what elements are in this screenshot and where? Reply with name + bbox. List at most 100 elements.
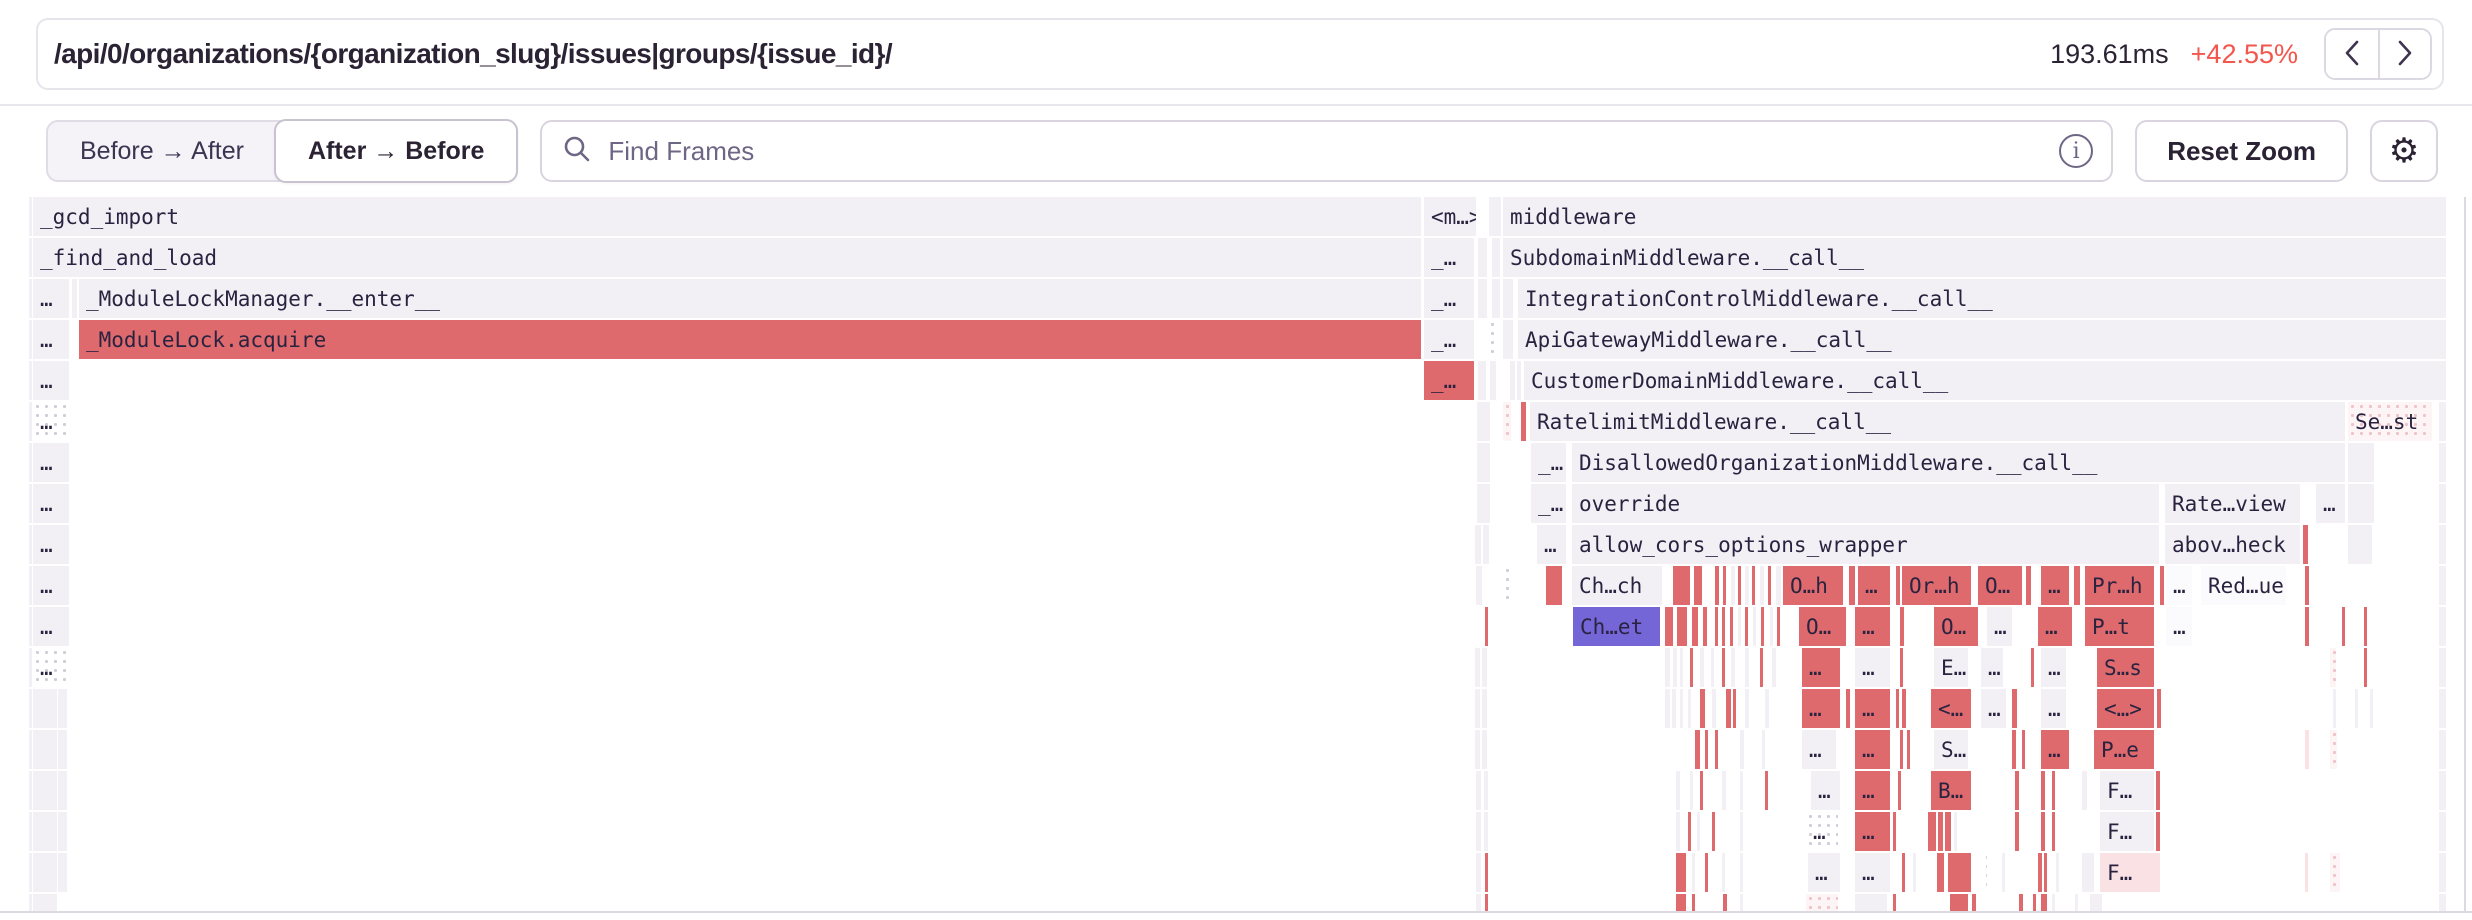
flame-frame[interactable]: [1503, 402, 1511, 441]
flame-frame[interactable]: [1733, 689, 1736, 728]
flame-frame[interactable]: [33, 730, 57, 769]
flame-frame[interactable]: [2031, 648, 2034, 687]
flame-frame[interactable]: [2439, 525, 2446, 564]
flame-frame[interactable]: [2348, 484, 2374, 523]
flame-frame[interactable]: [2026, 566, 2031, 605]
flame-frame[interactable]: [1694, 566, 1702, 605]
flame-frame[interactable]: [29, 812, 32, 851]
flame-frame[interactable]: …: [1855, 730, 1890, 769]
flame-frame[interactable]: [2012, 689, 2017, 728]
flame-frame[interactable]: [1712, 812, 1715, 851]
flame-frame[interactable]: IntegrationControlMiddleware.__call__: [1518, 279, 2446, 318]
endpoint-url-bar[interactable]: /api/0/organizations/{organization_slug}…: [36, 18, 2444, 90]
flame-frame[interactable]: [1488, 320, 1498, 359]
flame-frame[interactable]: [2041, 812, 2045, 851]
flame-frame[interactable]: [1517, 361, 1521, 400]
flame-frame[interactable]: [2044, 853, 2047, 892]
flame-frame[interactable]: [1490, 361, 1496, 400]
flame-frame[interactable]: _gcd_import: [33, 197, 1421, 236]
flame-frame[interactable]: Red…ue: [2201, 566, 2286, 605]
flame-frame[interactable]: [29, 279, 32, 318]
flame-frame[interactable]: [29, 771, 32, 810]
flame-frame[interactable]: [2015, 771, 2019, 810]
flame-frame[interactable]: [1477, 402, 1490, 441]
flame-frame[interactable]: [2348, 525, 2372, 564]
flame-frame[interactable]: [1768, 566, 1771, 605]
flame-frame[interactable]: [1745, 607, 1748, 646]
flame-frame[interactable]: [1740, 853, 1743, 892]
flame-frame[interactable]: [29, 484, 32, 523]
flame-frame[interactable]: CustomerDomainMiddleware.__call__: [1524, 361, 2446, 400]
flame-frame[interactable]: [1485, 607, 1488, 646]
flame-frame[interactable]: [2305, 730, 2309, 769]
flame-frame[interactable]: [1665, 648, 1670, 687]
flame-frame[interactable]: _ModuleLock.acquire: [79, 320, 1421, 359]
flame-frame[interactable]: [1752, 566, 1755, 605]
flame-frame[interactable]: [1475, 525, 1481, 564]
flame-frame[interactable]: [2160, 566, 2164, 605]
flame-frame[interactable]: [1665, 607, 1673, 646]
flame-frame[interactable]: O…h: [1783, 566, 1843, 605]
flame-frame[interactable]: …: [33, 320, 69, 359]
flame-frame[interactable]: [1492, 279, 1500, 318]
flame-frame[interactable]: …: [33, 484, 69, 523]
tab-before-after[interactable]: Before → After: [48, 120, 276, 182]
flame-frame[interactable]: [1745, 648, 1749, 687]
flame-frame[interactable]: …: [1855, 812, 1890, 851]
flame-frame[interactable]: [2330, 648, 2336, 687]
flame-frame[interactable]: …: [1802, 730, 1836, 769]
flame-frame[interactable]: [2056, 853, 2059, 892]
flame-frame[interactable]: [1703, 607, 1707, 646]
find-frames-searchbox[interactable]: i: [540, 120, 2113, 182]
flame-frame[interactable]: [1700, 771, 1703, 810]
flame-frame[interactable]: S…: [1934, 730, 1968, 769]
flame-frame[interactable]: [1765, 689, 1769, 728]
flame-frame[interactable]: [2082, 853, 2094, 892]
flame-frame[interactable]: [29, 607, 32, 646]
flame-frame[interactable]: [1760, 648, 1763, 687]
flame-frame[interactable]: …: [1802, 689, 1840, 728]
flame-frame[interactable]: _…: [1531, 484, 1566, 523]
flame-frame[interactable]: [1893, 812, 1896, 851]
flame-frame[interactable]: …: [2041, 730, 2069, 769]
flame-frame[interactable]: [1483, 525, 1489, 564]
flame-frame[interactable]: [2022, 730, 2025, 769]
flame-frame[interactable]: [2305, 607, 2309, 646]
flame-frame[interactable]: [1945, 812, 1951, 851]
flame-frame[interactable]: [58, 812, 67, 851]
flame-frame[interactable]: [72, 279, 77, 318]
flame-frame[interactable]: [1476, 853, 1481, 892]
flame-frame[interactable]: …: [2038, 607, 2072, 646]
flame-frame[interactable]: [1665, 689, 1670, 728]
flame-frame[interactable]: [1672, 689, 1676, 728]
flame-frame[interactable]: [1722, 853, 1725, 892]
flame-frame[interactable]: [1913, 853, 1916, 892]
flame-frame[interactable]: …: [2166, 607, 2192, 646]
flame-frame[interactable]: [1776, 566, 1781, 605]
flame-frame[interactable]: _…: [1531, 443, 1566, 482]
flame-frame[interactable]: [1503, 320, 1513, 359]
flame-frame[interactable]: [33, 689, 57, 728]
flame-frame[interactable]: [1715, 566, 1719, 605]
flame-frame[interactable]: [1849, 566, 1855, 605]
flame-frame[interactable]: [1482, 730, 1487, 769]
flame-frame[interactable]: DisallowedOrganizationMiddleware.__call_…: [1572, 443, 2345, 482]
flame-frame[interactable]: …: [2041, 689, 2066, 728]
flame-frame[interactable]: E…: [1934, 648, 1968, 687]
flame-frame[interactable]: [1477, 484, 1490, 523]
flame-frame[interactable]: [1690, 648, 1693, 687]
flame-frame[interactable]: [1715, 607, 1718, 646]
flame-frame[interactable]: [1900, 730, 1903, 769]
flame-frame[interactable]: [29, 443, 32, 482]
flame-frame[interactable]: [1740, 771, 1743, 810]
flame-frame[interactable]: …: [33, 443, 69, 482]
flame-frame[interactable]: [1738, 566, 1741, 605]
flame-frame[interactable]: [1722, 607, 1725, 646]
flame-frame[interactable]: [1731, 566, 1735, 605]
flame-frame[interactable]: [1475, 648, 1480, 687]
flame-frame[interactable]: [1510, 361, 1515, 400]
flame-frame[interactable]: [1680, 648, 1683, 687]
flame-frame[interactable]: [29, 197, 32, 236]
info-icon[interactable]: i: [2059, 134, 2093, 168]
flame-frame[interactable]: _find_and_load: [33, 238, 1421, 277]
